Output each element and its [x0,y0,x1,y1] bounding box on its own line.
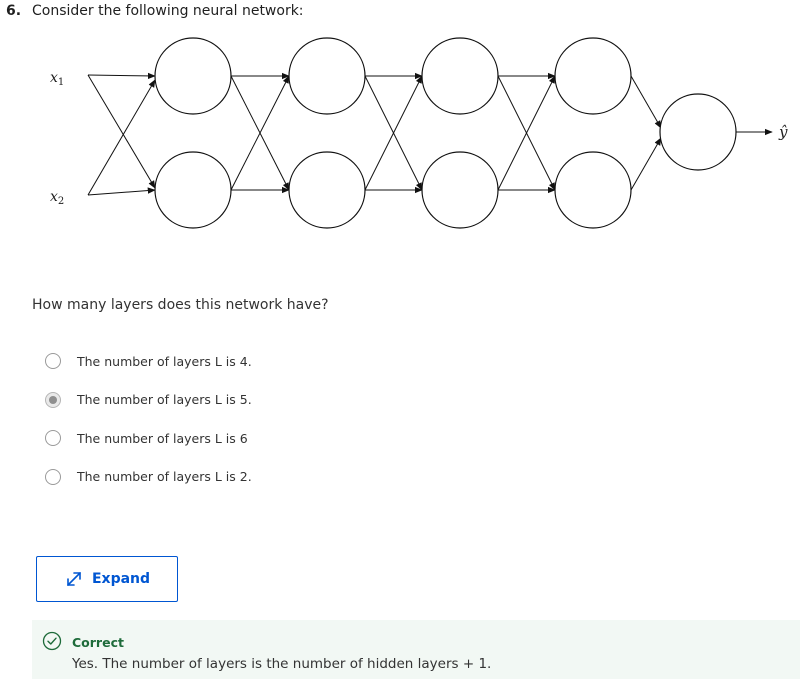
edge [630,137,662,191]
option-1[interactable]: The number of layers L is 4. [45,349,252,373]
neural-network-diagram: x1 x2 ŷ [50,37,788,229]
option-3[interactable]: The number of layers L is 6 [45,426,252,450]
neuron [554,151,632,229]
neuron [421,37,499,115]
edge [87,79,156,196]
quiz-page: 6. Consider the following neural network… [0,0,801,679]
neuron [421,151,499,229]
radio-button[interactable] [45,468,61,485]
question-number: 6. [6,3,22,19]
check-circle-icon [42,631,62,651]
option-label: The number of layers L is 5. [77,392,252,407]
feedback-status: Correct [72,635,124,650]
neuron [554,37,632,115]
output-label: ŷ [778,123,788,141]
expand-icon [67,572,81,586]
input-label-x1: x1 [50,70,64,88]
radio-button-selected[interactable] [45,391,61,408]
radio-dot [49,395,57,404]
option-2[interactable]: The number of layers L is 5. [45,388,252,412]
feedback-panel: Correct Yes. The number of layers is the… [32,620,800,679]
output-neuron [659,93,737,171]
radio-button[interactable] [45,353,61,369]
edge [87,72,156,80]
sub-question: How many layers does this network have? [32,297,329,313]
neuron [154,151,232,229]
option-4[interactable]: The number of layers L is 2. [45,465,252,489]
feedback-message: Yes. The number of layers is the number … [72,656,492,672]
answer-options: The number of layers L is 4. The number … [45,349,252,503]
option-label: The number of layers L is 2. [77,469,252,484]
option-label: The number of layers L is 6 [77,430,248,446]
radio-button[interactable] [45,430,61,446]
input-label-x2: x2 [50,189,64,207]
neuron [154,37,232,115]
edge [87,187,156,196]
option-label: The number of layers L is 4. [77,353,252,369]
expand-button-label: Expand [91,571,151,587]
edge [630,75,662,129]
neuron [288,151,366,229]
expand-button[interactable]: Expand [36,556,178,602]
edge [87,74,156,189]
question-prompt: Consider the following neural network: [32,3,304,19]
neuron [288,37,366,115]
